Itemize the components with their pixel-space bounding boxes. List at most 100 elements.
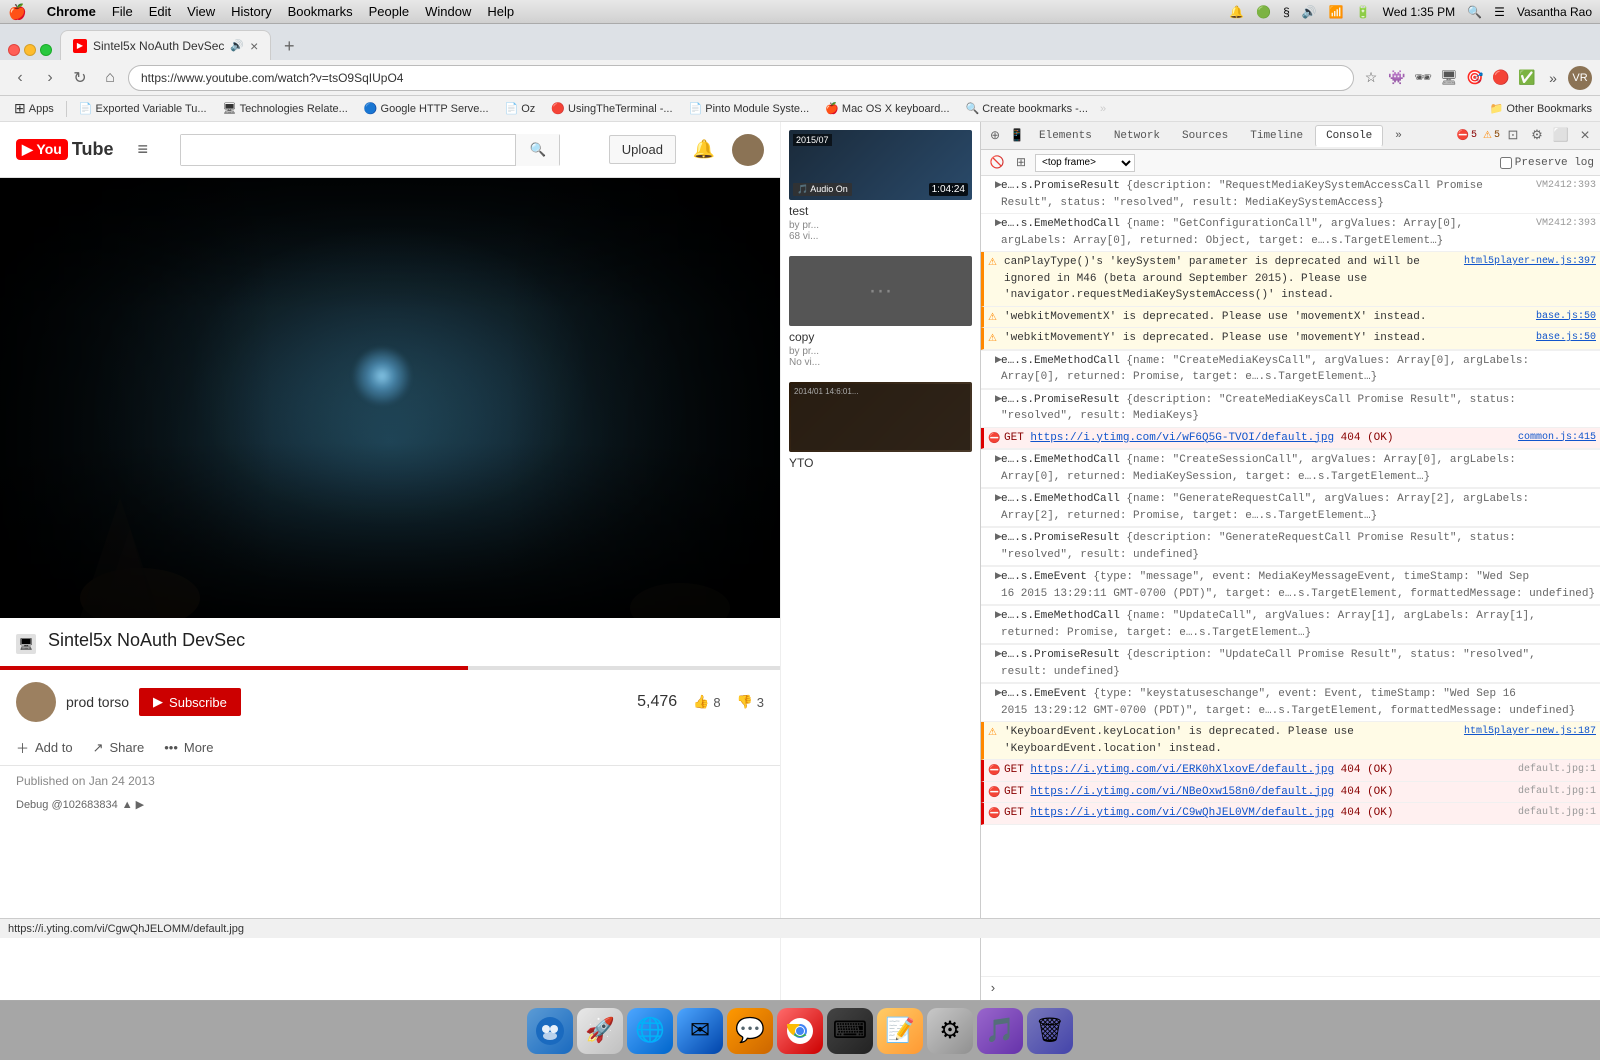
yt-menu-icon[interactable]: ≡	[137, 139, 148, 160]
window-close-button[interactable]	[8, 44, 20, 56]
dt-filter-icon[interactable]: ⊞	[1011, 153, 1031, 173]
other-bookmarks[interactable]: 📁 Other Bookmarks	[1490, 102, 1592, 115]
activity-monitor-icon[interactable]: 🟢	[1256, 5, 1271, 19]
more-button-video[interactable]: ••• More	[164, 740, 213, 755]
yt-search-input[interactable]	[181, 135, 515, 165]
entry-expand-15[interactable]: ▶	[995, 687, 1002, 701]
tab-more[interactable]: »	[1385, 126, 1412, 146]
entry-url-19[interactable]: https://i.ytimg.com/vi/C9wQhJEL0VM/defau…	[1030, 807, 1334, 819]
extension-icon-5[interactable]: 🔴	[1490, 67, 1512, 89]
dt-frame-select[interactable]: <top frame>	[1035, 154, 1135, 172]
bookmark-oz[interactable]: 📄 Oz	[499, 100, 542, 117]
entry-link-5[interactable]: base.js:50	[1536, 332, 1596, 343]
scripts-icon[interactable]: §	[1283, 5, 1290, 19]
extension-icon-6[interactable]: ✅	[1516, 67, 1538, 89]
dock-notes[interactable]: 📝	[877, 1008, 923, 1054]
dt-mobile-icon[interactable]: 📱	[1007, 126, 1027, 146]
bookmark-exported[interactable]: 📄 Exported Variable Tu...	[73, 100, 213, 117]
console-input[interactable]	[1003, 983, 1592, 995]
dock-chrome[interactable]	[777, 1008, 823, 1054]
dock-trash[interactable]: 🗑	[1027, 1008, 1073, 1054]
yt-search-button[interactable]: 🔍	[515, 134, 559, 166]
entry-link-3[interactable]: html5player-new.js:397	[1464, 256, 1596, 267]
menu-window[interactable]: Window	[425, 4, 471, 19]
console-content[interactable]: ▶ VM2412:393 e….s.PromiseResult {descrip…	[981, 176, 1600, 976]
entry-link-4[interactable]: base.js:50	[1536, 311, 1596, 322]
debug-expand-button[interactable]: ▲ ▶	[122, 798, 144, 811]
tab-mute-icon[interactable]: 🔊	[230, 39, 244, 52]
entry-expand-1[interactable]: ▶	[995, 179, 1002, 193]
subscribe-button[interactable]: ▶ Subscribe	[139, 688, 241, 716]
bookmark-mac-keyboard[interactable]: 🍎 Mac OS X keyboard...	[819, 100, 955, 117]
menu-bookmarks[interactable]: Bookmarks	[288, 4, 353, 19]
dock-launchpad[interactable]: 🚀	[577, 1008, 623, 1054]
dislike-button[interactable]: 👎 3	[737, 694, 764, 710]
entry-url-18[interactable]: https://i.ytimg.com/vi/NBeOxw158n0/defau…	[1030, 786, 1334, 798]
channel-name[interactable]: prod torso	[66, 694, 129, 710]
back-button[interactable]: ‹	[8, 66, 32, 90]
extension-icon-1[interactable]: 👾	[1386, 67, 1408, 89]
active-tab[interactable]: Sintel5x NoAuth DevSec 🔊 ×	[60, 30, 271, 60]
tab-console[interactable]: Console	[1315, 125, 1383, 147]
entry-expand-13[interactable]: ▶	[995, 609, 1002, 623]
yt-user-avatar[interactable]	[732, 134, 764, 166]
bookmark-terminal[interactable]: 🔴 UsingTheTerminal -...	[545, 100, 678, 117]
entry-link-8[interactable]: common.js:415	[1518, 432, 1596, 443]
related-video-3[interactable]: 2014/01 14:6:01... YTO	[789, 382, 972, 474]
video-player[interactable]	[0, 178, 780, 618]
entry-link-16[interactable]: html5player-new.js:187	[1464, 726, 1596, 737]
yt-notification-icon[interactable]: 🔔	[688, 134, 720, 166]
entry-expand-14[interactable]: ▶	[995, 648, 1002, 662]
dt-screencast-icon[interactable]: ⬜	[1550, 125, 1572, 147]
dt-command-icon[interactable]: ⊡	[1502, 125, 1524, 147]
bookmark-tech[interactable]: 🖥 Technologies Relate...	[217, 100, 354, 117]
window-maximize-button[interactable]	[40, 44, 52, 56]
tab-close-button[interactable]: ×	[250, 38, 258, 54]
tab-sources[interactable]: Sources	[1172, 126, 1238, 146]
dock-messages[interactable]: 💬	[727, 1008, 773, 1054]
bookmark-apps[interactable]: ⊞ Apps	[8, 98, 60, 119]
forward-button[interactable]: ›	[38, 66, 62, 90]
tab-timeline[interactable]: Timeline	[1240, 126, 1313, 146]
tab-elements[interactable]: Elements	[1029, 126, 1102, 146]
dock-safari[interactable]: 🌐	[627, 1008, 673, 1054]
bookmark-google-http[interactable]: 🔵 Google HTTP Serve...	[358, 100, 495, 117]
refresh-button[interactable]: ↻	[68, 66, 92, 90]
user-avatar[interactable]: VR	[1568, 66, 1592, 90]
dock-icon-extra[interactable]: 🎵	[977, 1008, 1023, 1054]
bookmark-create[interactable]: 🔍 Create bookmarks -...	[960, 100, 1094, 117]
yt-upload-button[interactable]: Upload	[609, 135, 676, 164]
apple-menu[interactable]: 🍎	[8, 3, 27, 21]
dock-terminal[interactable]: ⌨	[827, 1008, 873, 1054]
menu-chrome[interactable]: Chrome	[47, 4, 96, 19]
notification-icon[interactable]: 🔔	[1229, 5, 1244, 19]
spotlight-icon[interactable]: 🔍	[1467, 5, 1482, 19]
new-tab-button[interactable]: +	[275, 32, 303, 60]
dt-preserve-log-checkbox[interactable]	[1500, 157, 1512, 169]
bookmarks-overflow[interactable]: »	[1100, 103, 1106, 115]
share-button[interactable]: ↗ Share	[93, 740, 145, 756]
window-minimize-button[interactable]	[24, 44, 36, 56]
bookmark-pinto[interactable]: 📄 Pinto Module Syste...	[683, 100, 816, 117]
dt-settings-icon[interactable]: ⚙	[1526, 125, 1548, 147]
youtube-logo[interactable]: ▶ You Tube	[16, 139, 113, 160]
dt-inspect-icon[interactable]: ⊕	[985, 126, 1005, 146]
dt-clear-icon[interactable]: 🚫	[987, 153, 1007, 173]
extension-icon-2[interactable]: 🕶	[1412, 67, 1434, 89]
dt-close-button[interactable]: ×	[1574, 125, 1596, 147]
wifi-icon[interactable]: 📶	[1329, 5, 1344, 19]
menu-people[interactable]: People	[369, 4, 409, 19]
menu-history[interactable]: History	[231, 4, 271, 19]
progress-bar[interactable]	[0, 666, 780, 670]
related-video-1[interactable]: 2015/07 🎵 Audio On 1:04:24 test by pr...…	[789, 130, 972, 246]
menu-edit[interactable]: Edit	[149, 4, 171, 19]
entry-url-8[interactable]: https://i.ytimg.com/vi/wF6Q5G-TVOI/defau…	[1030, 432, 1334, 444]
entry-expand-2[interactable]: ▶	[995, 217, 1002, 231]
menu-help[interactable]: Help	[487, 4, 514, 19]
extension-icon-4[interactable]: 🎯	[1464, 67, 1486, 89]
address-input[interactable]	[128, 65, 1354, 91]
home-button[interactable]: ⌂	[98, 66, 122, 90]
entry-expand-9[interactable]: ▶	[995, 453, 1002, 467]
battery-icon[interactable]: 🔋	[1356, 5, 1371, 19]
entry-expand-11[interactable]: ▶	[995, 531, 1002, 545]
